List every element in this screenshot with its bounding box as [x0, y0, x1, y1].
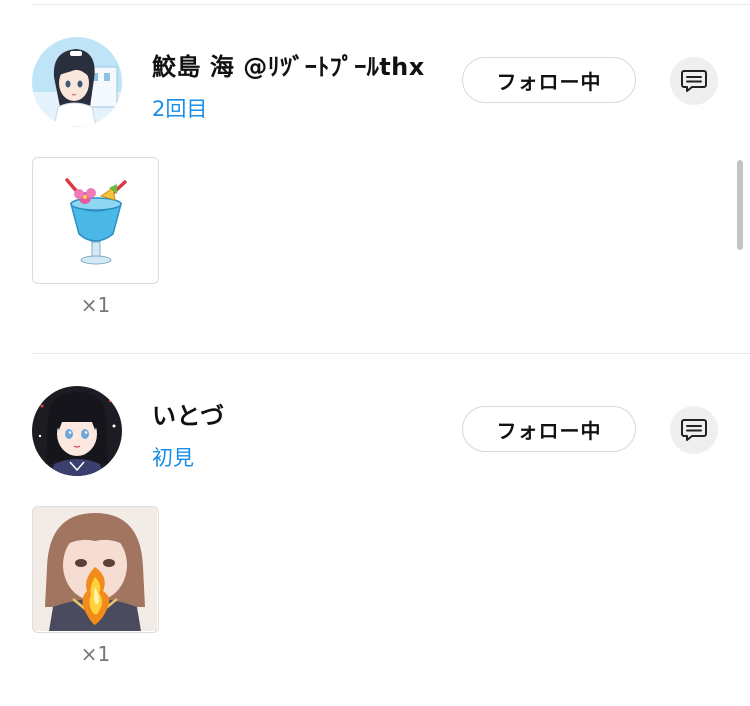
- message-button[interactable]: [670, 406, 718, 454]
- follower-entry: 鮫島 海 @ﾘﾂﾞｰﾄﾌﾟｰﾙthx 2回目 フォロー中 ×1: [0, 37, 750, 357]
- scrollbar[interactable]: [737, 160, 743, 250]
- gift-item[interactable]: [32, 157, 159, 284]
- visit-count-label: 2回目: [152, 97, 208, 121]
- following-button[interactable]: フォロー中: [462, 406, 636, 452]
- message-icon: [681, 70, 707, 92]
- follower-entry: いとづ 初見 フォロー中 ×1: [0, 386, 750, 706]
- user-avatar[interactable]: [32, 386, 122, 476]
- gift-count: ×1: [80, 642, 111, 666]
- visit-count-label: 初見: [152, 446, 194, 470]
- following-button[interactable]: フォロー中: [462, 57, 636, 103]
- message-button[interactable]: [670, 57, 718, 105]
- anime-girl-dark-hair-avatar-icon: [32, 37, 122, 127]
- user-name[interactable]: いとづ: [152, 396, 225, 431]
- fire-breath-girl-icon: [33, 507, 157, 631]
- user-avatar[interactable]: [32, 37, 122, 127]
- entry-divider: [33, 353, 750, 354]
- anime-girl-black-bob-avatar-icon: [32, 386, 122, 476]
- tropical-drink-icon: [65, 178, 127, 265]
- user-name[interactable]: 鮫島 海 @ﾘﾂﾞｰﾄﾌﾟｰﾙthx: [152, 47, 425, 82]
- message-icon: [681, 419, 707, 441]
- gift-count: ×1: [80, 293, 111, 317]
- gift-item[interactable]: [32, 506, 159, 633]
- top-divider: [33, 4, 750, 5]
